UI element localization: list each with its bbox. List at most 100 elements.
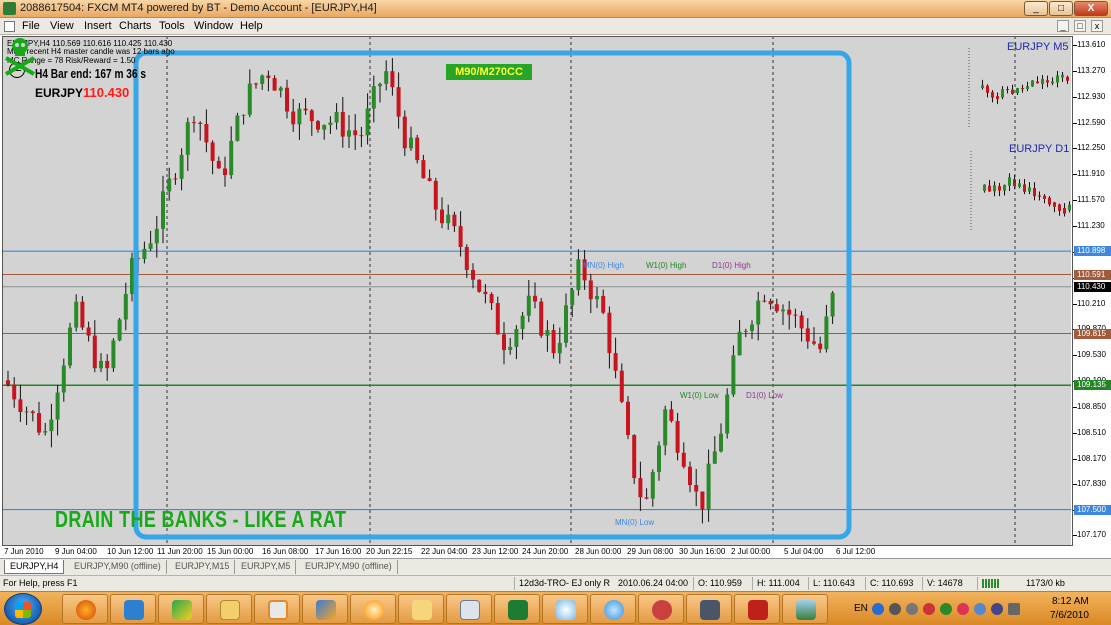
volume-tray-icon[interactable]	[1008, 603, 1020, 615]
menu-tools[interactable]: Tools	[159, 20, 185, 32]
m5-mini-candle	[981, 85, 984, 88]
updates-tray-icon[interactable]	[940, 603, 952, 615]
taskbar-app-z[interactable]	[110, 594, 156, 624]
menu-file[interactable]: File	[22, 20, 40, 32]
close-button[interactable]: X	[1074, 1, 1108, 16]
tab-eurjpy-h4[interactable]: EURJPY,H4	[4, 560, 65, 574]
connection-status-icon	[982, 579, 1000, 588]
mdi-close-button[interactable]: x	[1091, 20, 1103, 32]
minimize-button[interactable]: _	[1024, 1, 1048, 16]
bear-candle	[421, 160, 426, 179]
bear-candle	[223, 168, 227, 176]
time-label: 30 Jun 16:00	[679, 547, 726, 556]
taskbar-tools[interactable]	[638, 594, 684, 624]
tab-eurjpy-m15[interactable]: EURJPY,M15	[170, 560, 236, 574]
bear-candle	[675, 421, 680, 453]
mdi-restore-button[interactable]: □	[1074, 20, 1086, 32]
bull-candle	[117, 319, 122, 341]
taskbar-mt4[interactable]	[302, 594, 348, 624]
bear-candle	[204, 123, 209, 143]
start-button[interactable]	[4, 593, 42, 625]
bull-candle	[725, 394, 730, 434]
time-axis[interactable]: 7 Jun 2010 9 Jun 04:00 10 Jun 12:00 11 Jun …	[0, 546, 1072, 558]
menu-insert[interactable]: Insert	[84, 20, 112, 32]
bull-candle	[148, 243, 153, 249]
taskbar-photos[interactable]	[782, 594, 828, 624]
bear-candle	[210, 142, 215, 161]
security-tray-icon[interactable]	[923, 603, 935, 615]
usb-tray-icon[interactable]	[906, 603, 918, 615]
bull-candle	[123, 294, 128, 320]
language-indicator[interactable]: EN	[854, 603, 868, 614]
clock-date[interactable]: 7/6/2010	[1050, 610, 1089, 621]
taskbar-paint[interactable]	[542, 594, 588, 624]
bear-candle	[266, 75, 271, 79]
bull-candle	[74, 301, 79, 328]
bear-candle	[700, 491, 705, 510]
tab-eurjpy-m5[interactable]: EURJPY,M5	[236, 560, 297, 574]
m5-mini-candle	[1036, 81, 1039, 84]
bar-datetime: 2010.06.24 04:00	[618, 578, 689, 588]
close-value: C: 110.693	[870, 578, 914, 588]
bear-candle	[198, 122, 203, 124]
alert-tray-icon[interactable]	[957, 603, 969, 615]
price-tag: 110.591	[1074, 269, 1111, 280]
taskbar-firefox[interactable]	[62, 594, 108, 624]
network-tray-icon[interactable]	[889, 603, 901, 615]
time-label: 7 Jun 2010	[4, 547, 44, 556]
help-tray-icon[interactable]	[872, 603, 884, 615]
taskbar-itunes[interactable]	[590, 594, 636, 624]
bull-candle	[322, 124, 327, 130]
symbol-price: 110.430	[83, 85, 130, 100]
maximize-button[interactable]: □	[1049, 1, 1073, 16]
price-label: 108.170	[1077, 453, 1106, 463]
bear-candle	[613, 353, 618, 371]
bull-candle	[595, 295, 599, 300]
help-hint: For Help, press F1	[3, 578, 78, 588]
mdi-minimize-button[interactable]: _	[1057, 20, 1069, 32]
taskbar-folder[interactable]	[398, 594, 444, 624]
taskbar-explorer[interactable]	[206, 594, 252, 624]
bear-candle	[303, 108, 308, 111]
bull-candle	[297, 108, 302, 125]
taskbar-media[interactable]	[254, 594, 300, 624]
price-label: 107.170	[1077, 529, 1106, 539]
display-tray-icon[interactable]	[974, 603, 986, 615]
menu-help[interactable]: Help	[240, 20, 263, 32]
bull-candle	[514, 329, 519, 347]
mini-chart-m5-title: EURJPY M5	[1007, 41, 1069, 53]
chart-area[interactable]: EURJPY,H4 110.569 110.616 110.425 110.43…	[3, 36, 1071, 546]
menu-view[interactable]: View	[50, 20, 74, 32]
menu-charts[interactable]: Charts	[119, 20, 151, 32]
m5-mini-candle	[1051, 81, 1054, 84]
signal-tray-icon[interactable]	[991, 603, 1003, 615]
taskbar-calculator[interactable]	[446, 594, 492, 624]
bear-candle	[787, 309, 792, 315]
d1-mini-candle	[1018, 183, 1021, 187]
price-axis[interactable]: 113.610 113.270 112.930 112.590 112.250 111.9…	[1072, 36, 1111, 546]
time-label: 15 Jun 00:00	[207, 547, 254, 556]
menu-window[interactable]: Window	[194, 20, 233, 32]
taskbar-excel[interactable]	[494, 594, 540, 624]
bear-candle	[464, 247, 469, 270]
bull-candle	[570, 290, 575, 306]
bull-candle	[167, 178, 172, 192]
taskbar-acrobat[interactable]	[734, 594, 780, 624]
bear-candle	[489, 294, 494, 304]
green-app-icon	[172, 600, 192, 620]
clock-time[interactable]: 8:12 AM	[1052, 596, 1089, 607]
bull-candle	[557, 342, 562, 354]
w1-high-label: W1(0) High	[646, 261, 687, 270]
status-separator	[693, 577, 694, 590]
tab-eurjpy-m90-offline[interactable]: EURJPY,M90 (offline)	[69, 560, 167, 574]
bear-candle	[86, 327, 91, 336]
taskbar-app-orange[interactable]	[350, 594, 396, 624]
price-tag: 110.898	[1074, 246, 1111, 257]
low-value: L: 110.643	[813, 578, 855, 588]
bear-candle	[80, 301, 85, 328]
acrobat-icon	[748, 600, 768, 620]
taskbar-app-dark[interactable]	[686, 594, 732, 624]
taskbar-app-green[interactable]	[158, 594, 204, 624]
d1-mini-candle	[1003, 184, 1006, 191]
tab-eurjpy-m90-offline-2[interactable]: EURJPY,M90 (offline)	[300, 560, 398, 574]
